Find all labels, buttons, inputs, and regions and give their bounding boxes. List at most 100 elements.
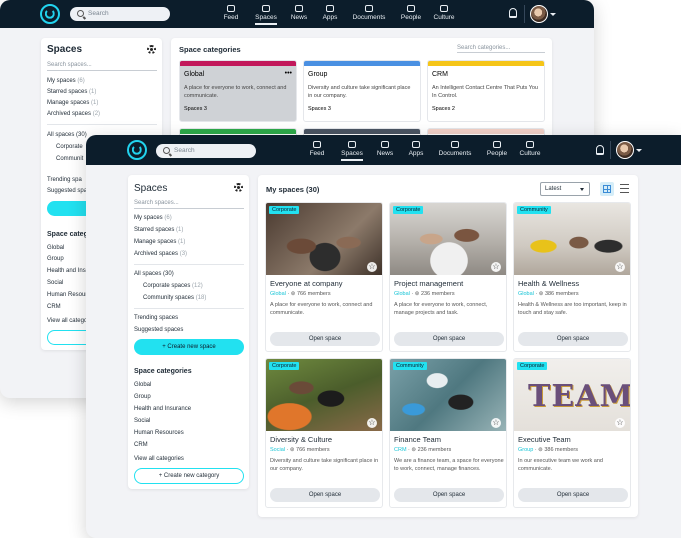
back-link-archived[interactable]: Archived spaces (2): [47, 111, 100, 117]
back-link-all[interactable]: All spaces (30): [47, 132, 87, 138]
search-input[interactable]: Search: [156, 144, 256, 158]
chevron-down-icon[interactable]: [550, 13, 556, 16]
category-hr[interactable]: Human Resources: [134, 430, 184, 436]
open-space-button[interactable]: Open space: [270, 332, 380, 346]
gear-icon[interactable]: [147, 45, 156, 54]
tab-feed[interactable]: Feed: [218, 5, 244, 21]
tab-apps[interactable]: Apps: [318, 5, 342, 21]
sidebar-item-manage[interactable]: Manage spaces (1): [134, 239, 185, 245]
bell-icon[interactable]: [596, 145, 604, 155]
tab-label: News: [290, 14, 308, 21]
back-cat-social[interactable]: Social: [47, 280, 63, 286]
create-category-button[interactable]: + Create new category: [134, 468, 244, 484]
card-title: Executive Team: [518, 435, 571, 444]
sidebar-item-trending[interactable]: Trending spaces: [134, 315, 178, 321]
card-title: Finance Team: [394, 435, 441, 444]
back-link-suggested[interactable]: Suggested spa: [47, 188, 87, 194]
card-desc: A place for everyone to work, connect, m…: [394, 302, 488, 316]
back-sidebar-search[interactable]: Search spaces...: [47, 62, 157, 71]
tab-people[interactable]: People: [484, 141, 510, 157]
gear-icon[interactable]: [234, 183, 243, 192]
open-space-button[interactable]: Open space: [518, 488, 628, 502]
tab-feed[interactable]: Feed: [304, 141, 330, 157]
open-space-button[interactable]: Open space: [394, 488, 504, 502]
category-card-group[interactable]: Group Diversity and culture take signifi…: [303, 60, 421, 122]
back-view-all[interactable]: View all catego: [47, 318, 87, 324]
news-icon: [381, 141, 389, 148]
sidebar-search-input[interactable]: Search spaces...: [134, 200, 244, 209]
card-band: [180, 129, 296, 134]
back-link-community[interactable]: Communit: [56, 156, 83, 162]
tab-culture[interactable]: Culture: [430, 5, 458, 21]
star-icon[interactable]: ☆: [615, 262, 625, 272]
sidebar-item-community[interactable]: Community spaces (18): [143, 295, 206, 301]
star-icon[interactable]: ☆: [491, 418, 501, 428]
space-card[interactable]: Corporate ☆ Diversity & Culture Social ·…: [265, 358, 383, 508]
sidebar-item-suggested[interactable]: Suggested spaces: [134, 327, 183, 333]
tab-people[interactable]: People: [398, 5, 424, 21]
back-cat-group[interactable]: Group: [47, 256, 64, 262]
view-all-categories-link[interactable]: View all categories: [134, 456, 184, 462]
tab-apps[interactable]: Apps: [404, 141, 428, 157]
tag-badge: Corporate: [269, 362, 300, 370]
open-space-button[interactable]: Open space: [394, 332, 504, 346]
back-cat-hr[interactable]: Human Resourc: [47, 292, 90, 298]
sidebar-item-all-spaces[interactable]: All spaces (30): [134, 271, 174, 277]
create-space-button[interactable]: + Create new space: [134, 339, 244, 355]
card-spaces-count: Spaces 2: [432, 106, 455, 112]
back-cat-global[interactable]: Global: [47, 245, 64, 251]
star-icon[interactable]: ☆: [615, 418, 625, 428]
sidebar-item-archived[interactable]: Archived spaces (3): [134, 251, 187, 257]
space-card[interactable]: Community ☆ Health & Wellness Global · ⊚…: [513, 202, 631, 352]
category-card-crm[interactable]: CRM An Intelligent Contact Centre That P…: [427, 60, 545, 122]
tab-label: Feed: [309, 150, 325, 157]
sidebar-item-starred[interactable]: Starred spaces (1): [134, 227, 183, 233]
star-icon[interactable]: ☆: [367, 418, 377, 428]
space-card[interactable]: TEAM Corporate ☆ Executive Team Group · …: [513, 358, 631, 508]
back-link-my[interactable]: My spaces (6): [47, 78, 85, 84]
divider: [134, 264, 244, 265]
category-crm[interactable]: CRM: [134, 442, 148, 448]
tab-spaces[interactable]: Spaces: [252, 5, 280, 25]
space-card[interactable]: Corporate ☆ Project management Global · …: [389, 202, 507, 352]
open-space-button[interactable]: Open space: [270, 488, 380, 502]
card-meta: Group · ⊚ 386 members: [518, 447, 578, 453]
sort-select[interactable]: Latest: [540, 182, 590, 196]
back-link-corporate[interactable]: Corporate: [56, 144, 83, 150]
bell-icon[interactable]: [509, 8, 517, 18]
back-search-input[interactable]: Search: [70, 7, 170, 21]
category-group[interactable]: Group: [134, 394, 151, 400]
avatar[interactable]: [530, 5, 548, 23]
back-category-search[interactable]: Search categories...: [457, 45, 545, 53]
star-icon[interactable]: ☆: [367, 262, 377, 272]
back-cat-health[interactable]: Health and Insu: [47, 268, 89, 274]
tab-documents[interactable]: Documents: [434, 141, 476, 157]
tab-spaces[interactable]: Spaces: [338, 141, 366, 161]
more-icon[interactable]: •••: [285, 70, 292, 77]
back-cat-crm[interactable]: CRM: [47, 304, 61, 310]
tab-documents[interactable]: Documents: [348, 5, 390, 21]
front-window: Search Feed Spaces News Apps Documents People…: [86, 135, 681, 538]
space-card[interactable]: Corporate ☆ Everyone at company Global ·…: [265, 202, 383, 352]
sidebar-item-corporate[interactable]: Corporate spaces (12): [143, 283, 203, 289]
back-link-manage[interactable]: Manage spaces (1): [47, 100, 98, 106]
category-social[interactable]: Social: [134, 418, 150, 424]
list-view-icon[interactable]: [620, 184, 629, 193]
category-health[interactable]: Health and Insurance: [134, 406, 191, 412]
chevron-down-icon[interactable]: [636, 149, 642, 152]
people-icon: [407, 5, 415, 12]
star-icon[interactable]: ☆: [491, 262, 501, 272]
space-card[interactable]: Community ☆ Finance Team CRM · ⊚ 236 mem…: [389, 358, 507, 508]
back-link-trending[interactable]: Trending spa: [47, 177, 82, 183]
tab-news[interactable]: News: [372, 141, 398, 157]
back-sidebar-title: Spaces: [47, 44, 83, 55]
sidebar-item-my-spaces[interactable]: My spaces (6): [134, 215, 172, 221]
tab-culture[interactable]: Culture: [516, 141, 544, 157]
grid-view-icon[interactable]: [600, 182, 614, 196]
category-card-global[interactable]: Global ••• A place for everyone to work,…: [179, 60, 297, 122]
avatar[interactable]: [616, 141, 634, 159]
back-link-starred[interactable]: Starred spaces (1): [47, 89, 96, 95]
category-global[interactable]: Global: [134, 382, 151, 388]
open-space-button[interactable]: Open space: [518, 332, 628, 346]
tab-news[interactable]: News: [286, 5, 312, 21]
